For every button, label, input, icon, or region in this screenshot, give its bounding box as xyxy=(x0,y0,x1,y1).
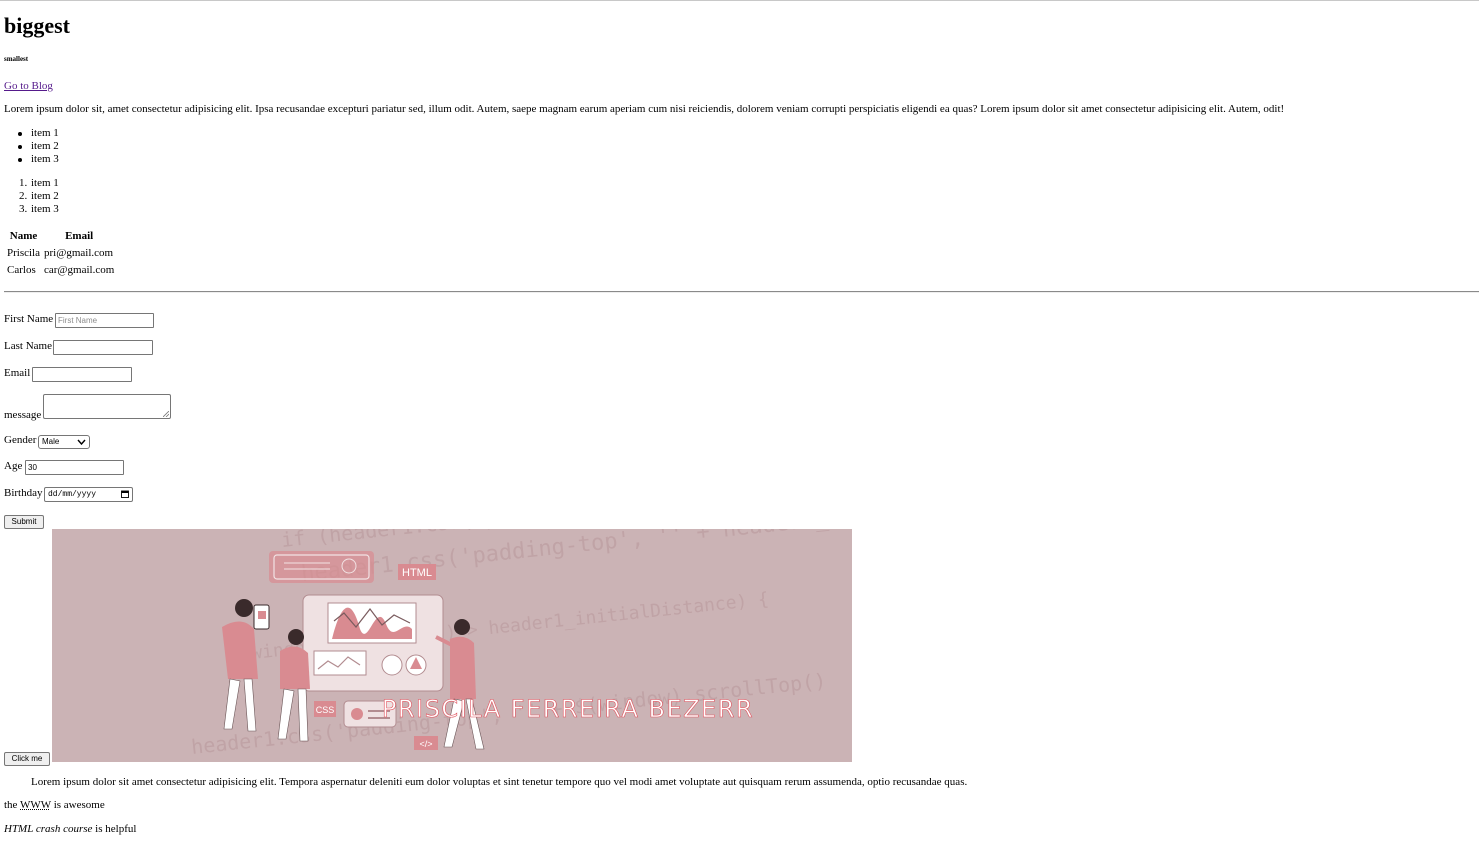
calendar-icon[interactable] xyxy=(121,490,129,498)
list-item: 3. item 3 xyxy=(19,203,59,216)
list-item-text: item 2 xyxy=(31,190,59,202)
column-header-email: Email xyxy=(65,230,94,242)
gender-select[interactable]: Male xyxy=(38,435,90,449)
submit-button[interactable]: Submit xyxy=(4,515,44,529)
cite-line-after: is helpful xyxy=(92,823,137,835)
birthday-label: Birthday xyxy=(4,487,43,499)
abbr-line: the WWW is awesome xyxy=(4,799,105,811)
contacts-table: Name Email Priscila pri@gmail.com Carlos… xyxy=(4,227,117,280)
table-cell-email: car@gmail.com xyxy=(44,264,115,276)
css-tag-label: CSS xyxy=(316,705,335,715)
list-item: 2. item 2 xyxy=(19,190,59,203)
resize-grip-icon[interactable] xyxy=(163,411,169,417)
table-cell-name: Priscila xyxy=(7,247,40,259)
ordered-list: 1. item 1 2. item 2 3. item 3 xyxy=(19,177,59,216)
table-row: Carlos car@gmail.com xyxy=(6,263,115,278)
age-label: Age xyxy=(4,460,23,472)
list-item: item 3 xyxy=(18,153,59,166)
column-header-name: Name xyxy=(9,230,38,242)
last-name-label: Last Name xyxy=(4,340,52,352)
list-item-text: item 1 xyxy=(31,177,59,189)
first-name-input[interactable]: First Name xyxy=(55,313,154,328)
html-tag-label: HTML xyxy=(402,567,432,579)
cite-line: HTML crash course is helpful xyxy=(4,823,136,835)
age-input[interactable]: 30 xyxy=(25,460,124,475)
birthday-date-input[interactable]: dd/mm/yyyy xyxy=(44,487,133,502)
table-cell-email: pri@gmail.com xyxy=(44,247,114,259)
table-row: Priscila pri@gmail.com xyxy=(6,246,115,261)
cite-title: HTML crash course xyxy=(4,823,93,835)
list-item-text: item 2 xyxy=(31,140,59,152)
chevron-down-icon xyxy=(77,439,86,445)
table-header-row: Name Email xyxy=(6,229,115,244)
first-name-label: First Name xyxy=(4,313,54,325)
code-tag-label: </> xyxy=(419,739,432,749)
email-input[interactable] xyxy=(32,367,132,382)
unordered-list: item 1 item 2 item 3 xyxy=(18,127,59,166)
blockquote: Lorem ipsum dolor sit amet consectetur a… xyxy=(31,776,968,788)
www-abbreviation: WWW xyxy=(20,799,51,811)
bullet-icon xyxy=(18,158,22,162)
abbr-line-before: the xyxy=(4,799,20,811)
list-item-text: item 3 xyxy=(31,203,59,215)
message-textarea[interactable] xyxy=(43,394,171,419)
list-number: 3. xyxy=(19,203,28,215)
click-me-button[interactable]: Click me xyxy=(4,752,50,766)
list-item: item 1 xyxy=(18,127,59,140)
horizontal-rule xyxy=(4,291,1479,293)
banner-name-text: PRISCILA FERREIRA BEZERR xyxy=(382,695,754,723)
list-number: 2. xyxy=(19,190,28,202)
list-number: 1. xyxy=(19,177,28,189)
list-item: 1. item 1 xyxy=(19,177,59,190)
email-label: Email xyxy=(4,367,31,379)
abbr-line-after: is awesome xyxy=(50,799,105,811)
banner-image: if (header1.css('padding-top', '' + $(wi… xyxy=(52,529,852,762)
bullet-icon xyxy=(18,132,22,136)
gender-label: Gender xyxy=(4,434,37,446)
heading-smallest: smallest xyxy=(4,55,29,63)
list-item: item 2 xyxy=(18,140,59,153)
message-label: message xyxy=(4,409,42,421)
banner-illustration: if (header1.css('padding-top', '' + $(wi… xyxy=(52,529,852,762)
top-divider xyxy=(0,0,1479,1)
last-name-input[interactable] xyxy=(53,340,153,355)
table-cell-name: Carlos xyxy=(7,264,36,276)
bullet-icon xyxy=(18,145,22,149)
list-item-text: item 1 xyxy=(31,127,59,139)
intro-paragraph: Lorem ipsum dolor sit, amet consectetur … xyxy=(4,103,1285,115)
list-item-text: item 3 xyxy=(31,153,59,165)
birthday-date-value: dd/mm/yyyy xyxy=(48,490,97,499)
heading-biggest: biggest xyxy=(4,13,70,38)
gender-selected-value: Male xyxy=(42,437,60,446)
go-to-blog-link[interactable]: Go to Blog xyxy=(4,80,53,92)
